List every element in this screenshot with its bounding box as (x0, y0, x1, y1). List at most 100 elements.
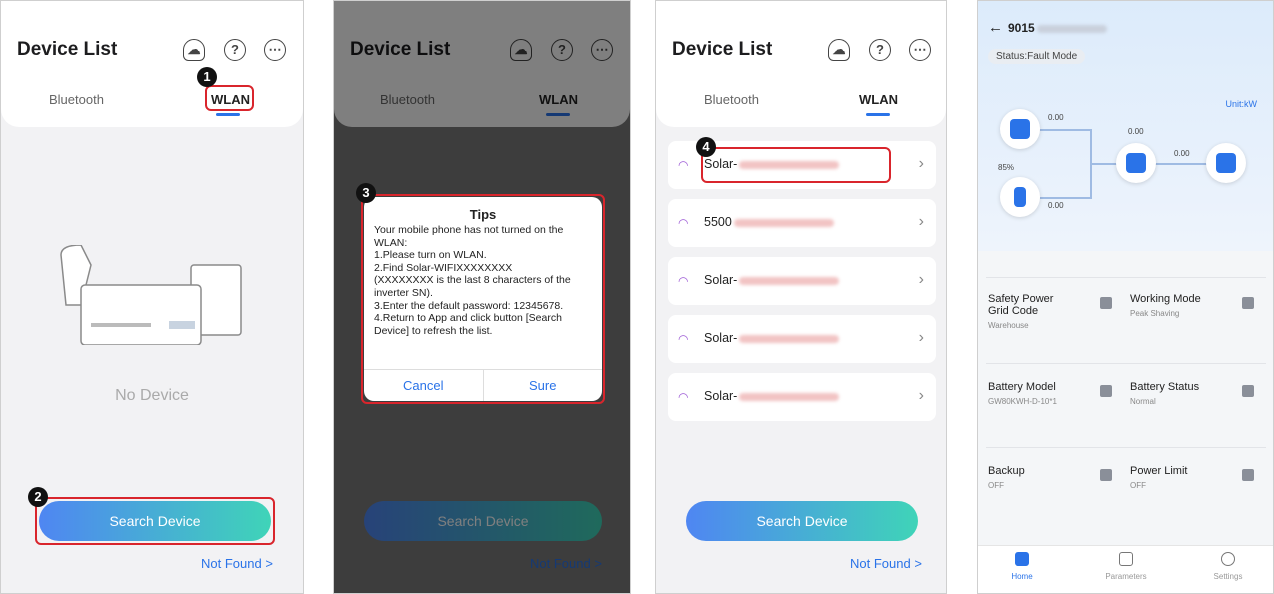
card-label: Battery Status (1130, 381, 1200, 393)
load-power-value: 0.00 (1128, 127, 1144, 136)
home-icon (1116, 143, 1156, 183)
battery-model-card[interactable]: Battery Model GW80KWH-D-10*1 (988, 381, 1116, 461)
battery-icon (1100, 385, 1112, 397)
card-label: Power Limit (1130, 465, 1188, 477)
shield-icon (1100, 297, 1112, 309)
divider (986, 277, 1266, 278)
tab-underline (866, 113, 890, 116)
solar-panel-icon (1000, 109, 1040, 149)
highlight-box (205, 85, 254, 111)
back-arrow-icon[interactable]: ← (988, 19, 1003, 36)
card-value: Normal (1130, 397, 1156, 406)
document-icon (1119, 552, 1133, 566)
safety-grid-code-card[interactable]: Safety Power Grid Code Warehouse (988, 293, 1116, 373)
tab-wlan[interactable]: WLAN (859, 92, 898, 107)
nav-label: Settings (1213, 572, 1243, 581)
page-title: Device List (17, 39, 118, 60)
card-label: Safety Power Grid Code (988, 293, 1054, 317)
device-name: Solar- (704, 331, 840, 345)
highlight-box (35, 497, 275, 545)
battery-status-icon (1242, 385, 1254, 397)
not-found-link[interactable]: Not Found > (850, 556, 922, 571)
panel-tips-dialog: Device List ☁ ? ⋯ Bluetooth WLAN Search … (333, 0, 631, 594)
more-icon (1221, 552, 1235, 566)
step-badge-2: 2 (28, 487, 48, 507)
no-device-label: No Device (115, 387, 189, 404)
cloud-icon[interactable]: ☁ (828, 39, 850, 61)
step-badge-4: 4 (696, 137, 716, 157)
battery-power-value: 0.00 (1048, 201, 1064, 210)
wifi-icon: ◠ (678, 158, 689, 172)
device-row[interactable]: ◠ Solar- › (668, 373, 936, 421)
device-row[interactable]: ◠ Solar- › (668, 315, 936, 363)
nav-parameters[interactable]: Parameters (1096, 552, 1156, 581)
mode-icon (1242, 297, 1254, 309)
card-value: Peak Shaving (1130, 309, 1180, 318)
header: Device List ☁ ? ⋯ Bluetooth WLAN (1, 1, 303, 127)
chevron-right-icon: › (918, 213, 924, 230)
cloud-icon[interactable]: ☁ (183, 39, 205, 61)
backup-icon (1100, 469, 1112, 481)
card-value: Warehouse (988, 321, 1029, 330)
tab-bluetooth[interactable]: Bluetooth (49, 92, 104, 107)
divider (986, 363, 1266, 364)
chevron-right-icon: › (918, 329, 924, 346)
pv-power-value: 0.00 (1048, 113, 1064, 122)
device-name: Solar- (704, 273, 840, 287)
card-value: OFF (1130, 481, 1146, 490)
card-label: Working Mode (1130, 293, 1201, 305)
grid-tower-icon (1206, 143, 1246, 183)
bottom-nav: Home Parameters Settings (978, 545, 1273, 593)
status-badge: Status:Fault Mode (988, 49, 1086, 64)
wifi-icon: ◠ (678, 390, 689, 404)
card-label: Backup (988, 465, 1025, 477)
page-title: Device List (672, 39, 773, 60)
highlight-box (701, 147, 891, 183)
panel-wlan-list: Device List ☁ ? ⋯ Bluetooth WLAN ◠ Solar… (655, 0, 947, 594)
tab-underline (216, 113, 240, 116)
step-badge-3: 3 (356, 183, 376, 203)
chevron-right-icon: › (918, 155, 924, 172)
grid-power-value: 0.00 (1174, 149, 1190, 158)
device-row[interactable]: ◠ 5500 › (668, 199, 936, 247)
nav-settings[interactable]: Settings (1198, 552, 1258, 581)
not-found-link[interactable]: Not Found > (201, 556, 273, 571)
nav-label: Home (1011, 572, 1033, 581)
flow-line (1040, 197, 1090, 199)
help-icon[interactable]: ? (224, 39, 246, 61)
search-device-button[interactable]: Search Device (686, 501, 918, 541)
more-icon[interactable]: ⋯ (909, 39, 931, 61)
device-name: 5500 (704, 215, 834, 229)
wifi-icon: ◠ (678, 274, 689, 288)
panel-device-list-bluetooth: Device List ☁ ? ⋯ Bluetooth WLAN 1 No De… (0, 0, 304, 594)
device-row[interactable]: ◠ Solar- › (668, 257, 936, 305)
unit-label: Unit:kW (1225, 99, 1258, 109)
working-mode-card[interactable]: Working Mode Peak Shaving (1130, 293, 1258, 373)
highlight-box (361, 194, 605, 404)
home-icon (1015, 552, 1029, 566)
flow-line (1040, 129, 1090, 131)
card-value: GW80KWH-D-10*1 (988, 397, 1057, 406)
header: Device List ☁ ? ⋯ Bluetooth WLAN (656, 1, 946, 127)
nav-home[interactable]: Home (992, 552, 1052, 581)
nav-label: Parameters (1105, 572, 1147, 581)
battery-soc-value: 85% (998, 163, 1015, 172)
backup-card[interactable]: Backup OFF (988, 465, 1116, 545)
power-limit-icon (1242, 469, 1254, 481)
chevron-right-icon: › (918, 271, 924, 288)
step-badge-1: 1 (197, 67, 217, 87)
battery-status-card[interactable]: Battery Status Normal (1130, 381, 1258, 461)
no-device-illustration (51, 244, 251, 346)
device-id: 9015 (1008, 21, 1107, 35)
help-icon[interactable]: ? (869, 39, 891, 61)
more-icon[interactable]: ⋯ (264, 39, 286, 61)
card-value: OFF (988, 481, 1004, 490)
tab-bluetooth[interactable]: Bluetooth (704, 92, 759, 107)
panel-device-home: ← 9015 Status:Fault Mode Unit:kW 0.00 0.… (977, 0, 1274, 594)
divider (986, 447, 1266, 448)
card-label: Battery Model (988, 381, 1056, 393)
device-name: Solar- (704, 389, 840, 403)
wifi-icon: ◠ (678, 216, 689, 230)
battery-icon (1000, 177, 1040, 217)
power-limit-card[interactable]: Power Limit OFF (1130, 465, 1258, 545)
